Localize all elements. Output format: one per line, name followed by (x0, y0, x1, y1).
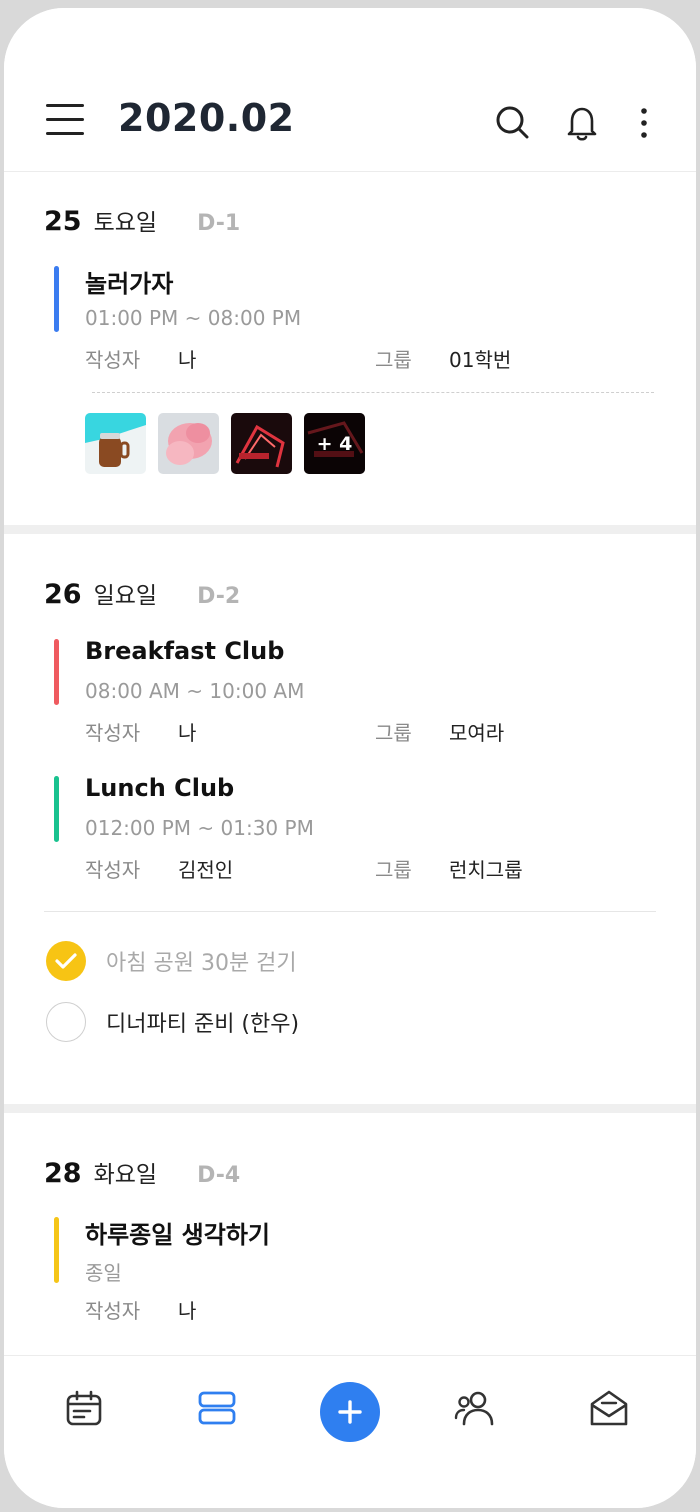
phone-screen: 2020.02 25 토요일 D-1 놀러가자 01:00 PM ~ 08:00… (4, 8, 696, 1508)
group-value: 모여라 (449, 721, 505, 745)
more-photos-count: + 4 (304, 413, 365, 474)
page-title: 2020.02 (118, 96, 295, 140)
photo-strip: + 4 (85, 413, 385, 475)
list-view-icon[interactable] (195, 1386, 239, 1430)
section-separator (4, 1104, 696, 1113)
author-label: 작성자 (85, 721, 141, 745)
bell-icon[interactable] (564, 104, 600, 142)
group-label: 그룹 (375, 721, 412, 745)
checkbox-checked-icon[interactable] (46, 941, 86, 981)
event-meta: 작성자 나 그룹 01학번 (85, 344, 645, 374)
todo-label: 아침 공원 30분 걷기 (106, 951, 297, 976)
event-color-bar (54, 639, 59, 705)
author-value: 나 (178, 721, 197, 745)
photo-thumbnail[interactable] (158, 413, 219, 474)
todo-label: 디너파티 준비 (한우) (106, 1012, 300, 1037)
more-vertical-icon[interactable] (630, 104, 660, 142)
d-day-badge: D-4 (197, 1163, 241, 1188)
day-number: 26 (44, 579, 82, 610)
day-section-26: 26 일요일 D-2 Breakfast Club 08:00 AM ~ 10:… (4, 534, 696, 1104)
hamburger-menu-icon[interactable] (46, 104, 86, 138)
group-value: 런치그룹 (449, 858, 523, 882)
schedule-list[interactable]: 25 토요일 D-1 놀러가자 01:00 PM ~ 08:00 PM 작성자 … (4, 173, 696, 1355)
day-section-28: 28 화요일 D-4 하루종일 생각하기 종일 작성자 나 (4, 1113, 696, 1355)
todo-item[interactable]: 디너파티 준비 (한우) (46, 1002, 299, 1042)
event-title: 놀러가자 (85, 270, 174, 298)
event-item[interactable]: Breakfast Club 08:00 AM ~ 10:00 AM 작성자 나… (54, 637, 664, 749)
event-item[interactable]: 놀러가자 01:00 PM ~ 08:00 PM 작성자 나 그룹 01학번 (54, 266, 664, 376)
weekday-label: 토요일 (93, 210, 158, 236)
weekday-label: 일요일 (93, 583, 158, 609)
day-header: 28 화요일 D-4 (44, 1155, 240, 1191)
event-time: 종일 (85, 1261, 122, 1285)
search-icon[interactable] (494, 104, 530, 142)
event-item[interactable]: 하루종일 생각하기 종일 작성자 나 (54, 1217, 664, 1327)
friends-icon[interactable] (453, 1386, 497, 1430)
group-label: 그룹 (375, 348, 412, 372)
event-title: Lunch Club (85, 774, 235, 802)
event-color-bar (54, 266, 59, 332)
calendar-icon[interactable] (62, 1386, 106, 1430)
author-label: 작성자 (85, 348, 141, 372)
event-time: 08:00 AM ~ 10:00 AM (85, 679, 305, 703)
event-title: 하루종일 생각하기 (85, 1221, 270, 1249)
event-time: 01:00 PM ~ 08:00 PM (85, 306, 302, 330)
section-separator (4, 525, 696, 534)
group-value: 01학번 (449, 348, 512, 372)
event-title: Breakfast Club (85, 637, 285, 665)
day-header: 26 일요일 D-2 (44, 576, 240, 612)
divider (44, 911, 656, 912)
mail-icon[interactable] (587, 1386, 631, 1430)
d-day-badge: D-1 (197, 211, 241, 236)
photo-thumbnail[interactable] (231, 413, 292, 474)
event-meta: 작성자 김전인 그룹 런치그룹 (85, 854, 645, 884)
add-icon[interactable] (320, 1382, 380, 1442)
day-number: 28 (44, 1158, 82, 1189)
event-meta: 작성자 나 (85, 1295, 645, 1325)
divider (92, 392, 654, 393)
app-header: 2020.02 (4, 8, 696, 172)
day-number: 25 (44, 206, 82, 237)
author-value: 김전인 (178, 858, 234, 882)
weekday-label: 화요일 (93, 1162, 158, 1188)
d-day-badge: D-2 (197, 584, 241, 609)
todo-item[interactable]: 아침 공원 30분 걷기 (46, 941, 297, 981)
event-time: 012:00 PM ~ 01:30 PM (85, 816, 314, 840)
bottom-tab-bar (4, 1355, 696, 1508)
author-value: 나 (178, 1299, 197, 1323)
group-label: 그룹 (375, 858, 412, 882)
day-header: 25 토요일 D-1 (44, 203, 240, 239)
author-label: 작성자 (85, 1299, 141, 1323)
day-section-25: 25 토요일 D-1 놀러가자 01:00 PM ~ 08:00 PM 작성자 … (4, 173, 696, 525)
event-color-bar (54, 776, 59, 842)
checkbox-unchecked-icon[interactable] (46, 1002, 86, 1042)
event-item[interactable]: Lunch Club 012:00 PM ~ 01:30 PM 작성자 김전인 … (54, 774, 664, 886)
photo-thumbnail-more[interactable]: + 4 (304, 413, 365, 474)
author-value: 나 (178, 348, 197, 372)
photo-thumbnail[interactable] (85, 413, 146, 474)
event-meta: 작성자 나 그룹 모여라 (85, 717, 645, 747)
author-label: 작성자 (85, 858, 141, 882)
event-color-bar (54, 1217, 59, 1283)
